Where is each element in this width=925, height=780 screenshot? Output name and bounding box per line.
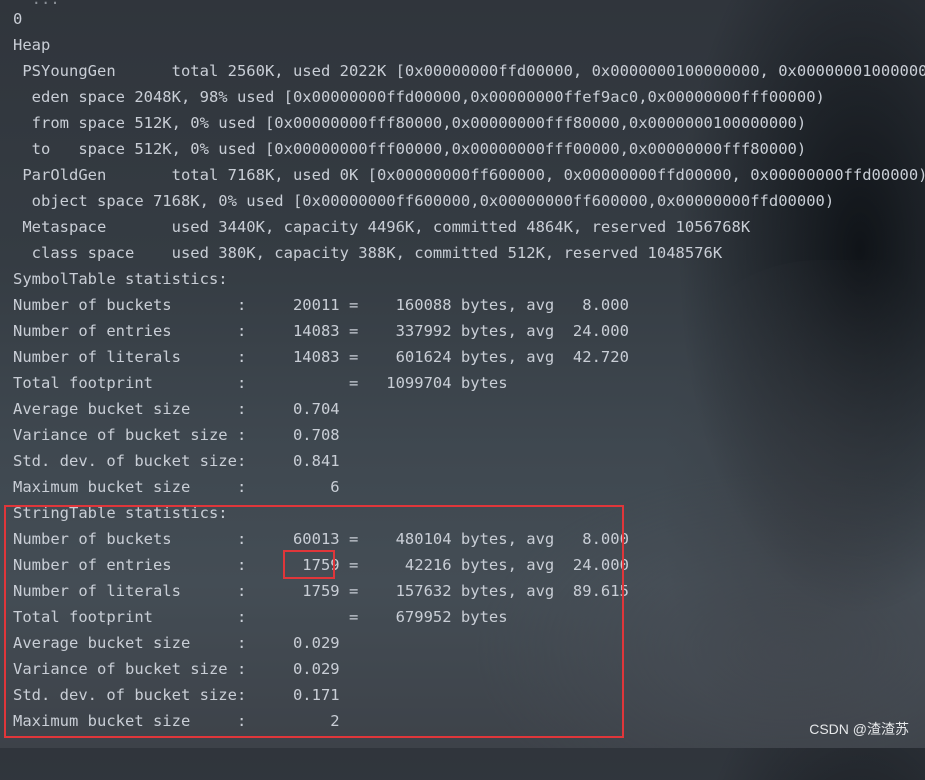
console-line-object-space: object space 7168K, 0% used [0x00000000f…: [13, 192, 835, 210]
console-line-symbol-literals: Number of literals : 14083 = 601624 byte…: [13, 348, 629, 366]
console-line-from-space: from space 512K, 0% used [0x00000000fff8…: [13, 114, 807, 132]
console-line-exit-code: 0: [13, 10, 23, 28]
console-line-string-footprint: Total footprint : = 679952 bytes: [13, 608, 508, 626]
console-line-symbol-variance: Variance of bucket size : 0.708: [13, 426, 340, 444]
console-output: ... 0 Heap PSYoungGen total 2560K, used …: [13, 0, 925, 738]
console-line-string-avg-bucket: Average bucket size : 0.029: [13, 634, 340, 652]
console-line-heap-header: Heap: [13, 36, 51, 54]
console-line-psyounggen: PSYoungGen total 2560K, used 2022K [0x00…: [13, 62, 925, 80]
console-line-symbol-avg-bucket: Average bucket size : 0.704: [13, 400, 340, 418]
console-line-string-variance: Variance of bucket size : 0.029: [13, 660, 340, 678]
console-line-metaspace: Metaspace used 3440K, capacity 4496K, co…: [13, 218, 751, 236]
console-line-string-stddev: Std. dev. of bucket size: 0.171: [13, 686, 340, 704]
csdn-watermark: CSDN @渣渣苏: [809, 721, 909, 737]
console-line-string-max-bucket: Maximum bucket size : 2: [13, 712, 340, 730]
console-line-symboltable-header: SymbolTable statistics:: [13, 270, 228, 288]
console-line-symbol-footprint: Total footprint : = 1099704 bytes: [13, 374, 508, 392]
console-line-symbol-entries: Number of entries : 14083 = 337992 bytes…: [13, 322, 629, 340]
console-line-stringtable-header: StringTable statistics:: [13, 504, 228, 522]
console-line-symbol-max-bucket: Maximum bucket size : 6: [13, 478, 340, 496]
console-line-symbol-stddev: Std. dev. of bucket size: 0.841: [13, 452, 340, 470]
console-line-string-entries: Number of entries : 1759 = 42216 bytes, …: [13, 556, 629, 574]
console-line-string-buckets: Number of buckets : 60013 = 480104 bytes…: [13, 530, 629, 548]
console-line-class-space: class space used 380K, capacity 388K, co…: [13, 244, 723, 262]
console-line-to-space: to space 512K, 0% used [0x00000000fff000…: [13, 140, 807, 158]
console-line-paroldgen: ParOldGen total 7168K, used 0K [0x000000…: [13, 166, 925, 184]
console-line-eden-space: eden space 2048K, 98% used [0x00000000ff…: [13, 88, 825, 106]
console-line-symbol-buckets: Number of buckets : 20011 = 160088 bytes…: [13, 296, 629, 314]
console-line-string-literals: Number of literals : 1759 = 157632 bytes…: [13, 582, 629, 600]
